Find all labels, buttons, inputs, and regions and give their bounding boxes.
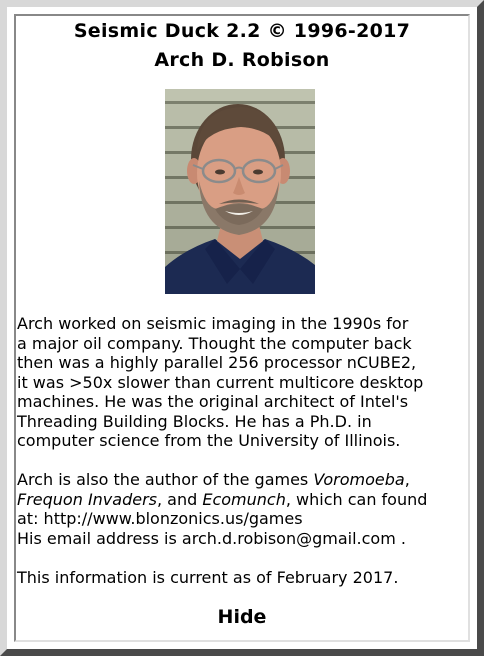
bio-line: machines. He was the original architect … [17,392,409,411]
bio-line: it was >50x slower than current multicor… [17,372,424,392]
currency-note: This information is current as of Februa… [17,567,399,587]
hide-button[interactable]: Hide [192,603,292,631]
games-comma: , [404,470,410,489]
game-title-voromoeba: Voromoeba [313,470,405,489]
game-title-ecomunch: Ecomunch [202,489,286,509]
author-photo [165,89,315,294]
bio-line: then was a highly parallel 256 processor… [17,353,417,372]
bio-line: Threading Building Blocks. He has a Ph.D… [17,411,372,431]
bio-text: Arch worked on seismic imaging in the 19… [17,314,473,587]
games-url-line: at: http://www.blonzonics.us/games [17,509,303,528]
games-and: , and [156,489,203,509]
bio-line: computer science from the University of … [17,431,401,450]
games-intro: Arch is also the author of the games [17,470,314,489]
email-line: His email address is arch.d.robison@gmai… [17,528,406,548]
games-line-2: Frequon Invaders, and Ecomunch, which ca… [17,490,473,510]
bio-line: a major oil company. Thought the compute… [17,333,412,353]
author-name: Arch D. Robison [154,49,330,71]
about-title: Seismic Duck 2.2 © 1996-2017 [73,20,411,42]
game-title-frequon-invaders: Frequon Invaders [17,489,157,509]
games-tail: , which can found [285,489,428,509]
games-line-1: Arch is also the author of the games Vor… [17,470,473,490]
bio-line: Arch worked on seismic imaging in the 19… [17,314,409,333]
